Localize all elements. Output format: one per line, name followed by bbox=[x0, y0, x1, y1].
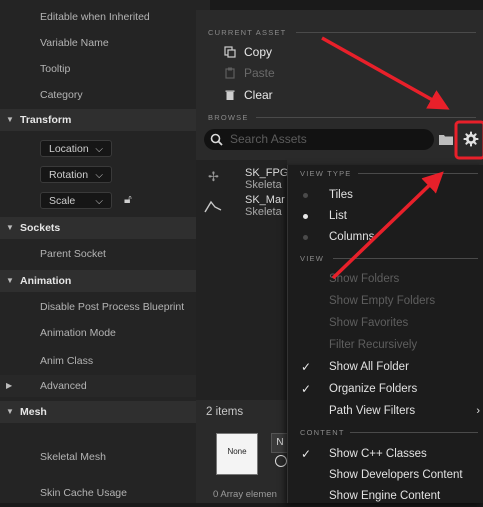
annotation-arrow bbox=[321, 36, 450, 110]
annotation-arrow bbox=[331, 171, 444, 280]
annotation-overlay bbox=[321, 36, 483, 280]
highlight-box bbox=[454, 120, 483, 160]
